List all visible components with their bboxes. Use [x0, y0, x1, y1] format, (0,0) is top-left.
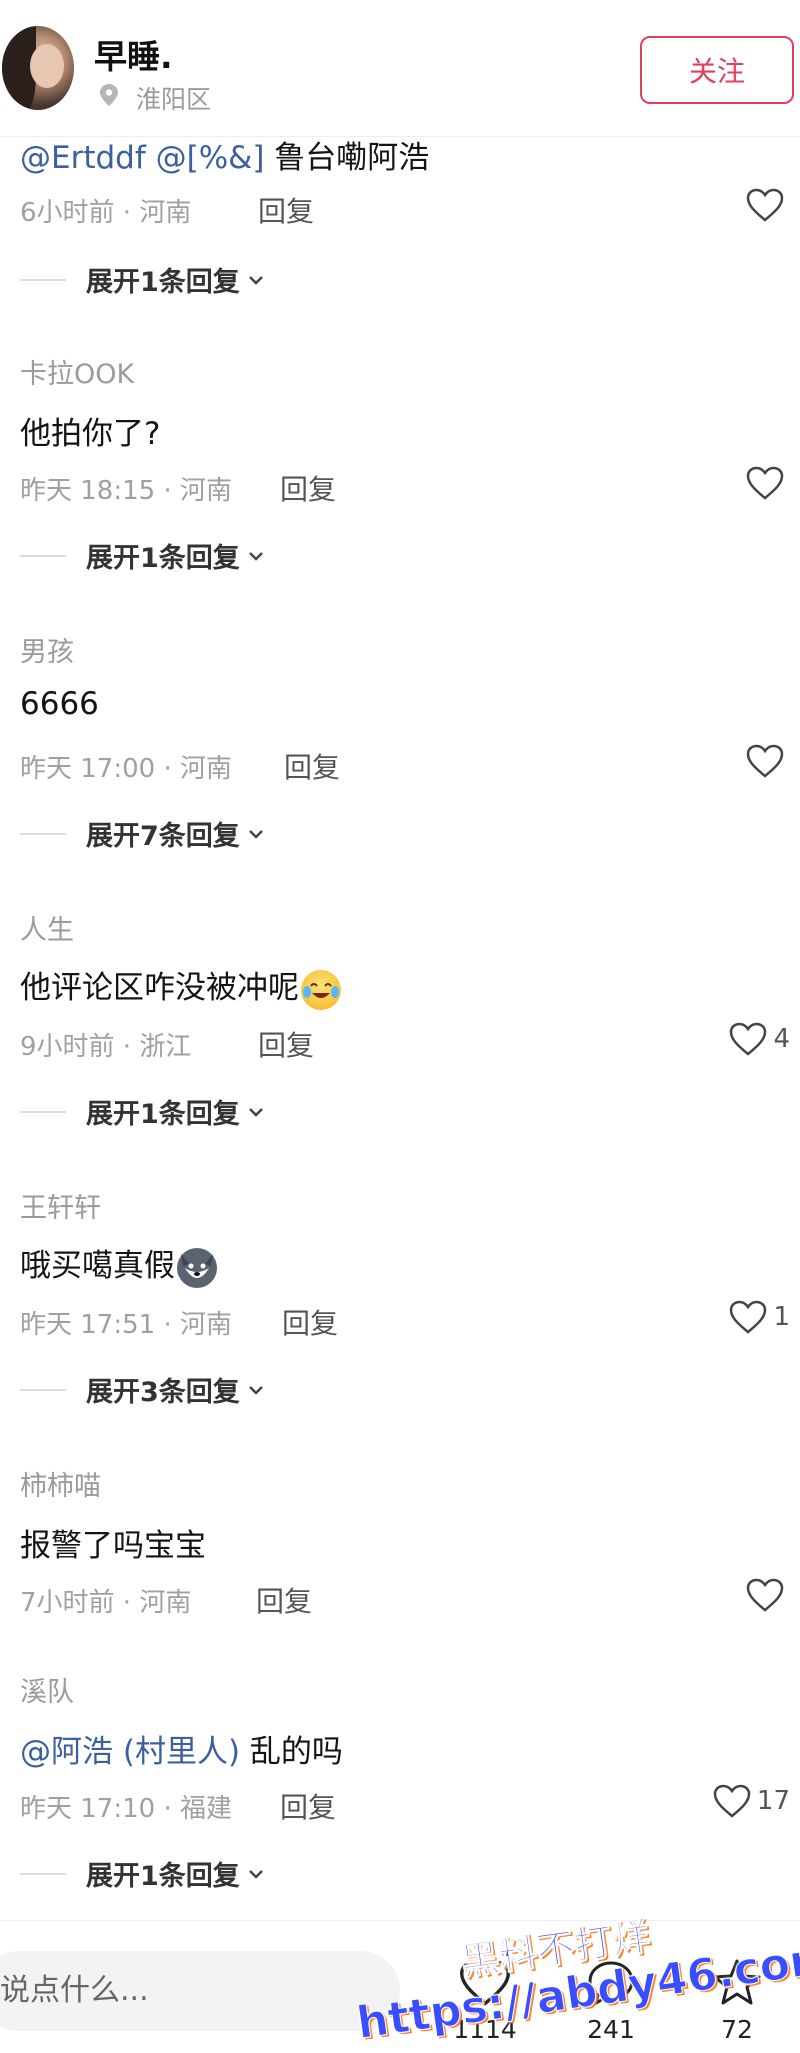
comment-text: 哦买噶真假: [20, 1240, 217, 1288]
like-button[interactable]: [746, 188, 790, 222]
location-pin-icon: [100, 84, 118, 106]
chevron-down-icon: [248, 1869, 263, 1879]
husky-dog-emoji-icon: [177, 1247, 217, 1288]
reply-button[interactable]: 回复: [280, 468, 336, 508]
collect-count: 72: [721, 2015, 753, 2044]
comment-username[interactable]: 王轩轩: [20, 1186, 101, 1225]
comment-meta: 9小时前 · 浙江: [20, 1032, 192, 1062]
heart-icon: [730, 1022, 767, 1056]
reply-button[interactable]: 回复: [256, 1580, 312, 1620]
location-label: 淮阳区: [136, 85, 212, 114]
comment-text: 他评论区咋没被冲呢: [20, 962, 341, 1010]
comment-username[interactable]: 卡拉OOK: [20, 352, 134, 391]
comment-text: 6666: [20, 686, 99, 722]
expand-replies[interactable]: 展开1条回复: [20, 260, 264, 299]
like-button[interactable]: [746, 466, 790, 500]
comment-text: 他拍你了?: [20, 416, 161, 452]
like-button[interactable]: 17: [713, 1784, 790, 1818]
like-button[interactable]: [746, 744, 790, 778]
heart-icon: [746, 188, 784, 222]
mention-link[interactable]: @阿浩 (村里人): [20, 1734, 240, 1770]
heart-icon: [746, 744, 784, 778]
comment-meta: 6小时前 · 河南: [20, 198, 192, 228]
reply-button[interactable]: 回复: [284, 746, 340, 786]
comment-meta: 昨天 17:51 · 河南: [20, 1310, 232, 1340]
avatar[interactable]: [2, 26, 74, 110]
like-button[interactable]: 1: [729, 1300, 790, 1334]
chevron-down-icon: [248, 829, 263, 839]
expand-replies[interactable]: 展开7条回复: [20, 814, 264, 853]
heart-icon: [730, 1300, 767, 1334]
like-button[interactable]: [746, 1578, 790, 1612]
chevron-down-icon: [248, 1385, 263, 1395]
heart-icon: [746, 1578, 784, 1612]
chevron-down-icon: [248, 1107, 263, 1117]
heart-icon: [713, 1784, 751, 1818]
comment-input[interactable]: 说点什么...: [0, 1951, 400, 2031]
reply-button[interactable]: 回复: [258, 190, 314, 230]
comment-username[interactable]: 人生: [20, 908, 74, 947]
chevron-down-icon: [248, 551, 263, 561]
reply-button[interactable]: 回复: [280, 1786, 336, 1826]
comment-meta: 昨天 17:00 · 河南: [20, 754, 232, 784]
follow-button[interactable]: 关注: [640, 36, 794, 104]
crying-laughing-emoji-icon: [301, 969, 341, 1010]
user-name[interactable]: 早睡.: [94, 30, 173, 78]
expand-replies[interactable]: 展开1条回复: [20, 1854, 264, 1893]
comment-meta: 7小时前 · 河南: [20, 1588, 192, 1618]
expand-replies[interactable]: 展开3条回复: [20, 1370, 264, 1409]
like-button[interactable]: 4: [729, 1022, 790, 1056]
heart-icon: [746, 466, 784, 500]
chevron-down-icon: [248, 275, 263, 285]
reply-button[interactable]: 回复: [258, 1024, 314, 1064]
mention-link[interactable]: @Ertddf @[%&]: [20, 140, 264, 176]
post-header: 早睡. 淮阳区 关注: [0, 0, 800, 137]
comment-meta: 昨天 17:10 · 福建: [20, 1794, 232, 1824]
comment-text: 报警了吗宝宝: [20, 1528, 206, 1564]
comment-meta: 昨天 18:15 · 河南: [20, 476, 232, 506]
comment-username[interactable]: 男孩: [20, 630, 74, 669]
reply-button[interactable]: 回复: [282, 1302, 338, 1342]
expand-replies[interactable]: 展开1条回复: [20, 1092, 264, 1131]
comment-username[interactable]: 柿柿喵: [20, 1464, 101, 1503]
comment-text: @Ertddf @[%&] 鲁台嘞阿浩: [20, 140, 430, 176]
expand-replies[interactable]: 展开1条回复: [20, 536, 264, 575]
comment-username[interactable]: 溪队: [20, 1670, 74, 1709]
comment-text: @阿浩 (村里人) 乱的吗: [20, 1734, 343, 1770]
